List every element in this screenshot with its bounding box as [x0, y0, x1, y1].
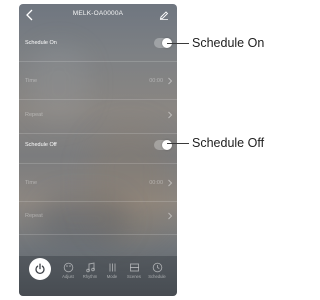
music-note-icon — [85, 262, 95, 273]
tab-label: Scenes — [127, 274, 141, 279]
chevron-right-icon — [168, 212, 173, 220]
bottom-tab-bar: Adjust Rhythm Mode Scenes Schedule — [19, 256, 177, 296]
phone-screen: MELK-OA0000A Schedule On Time 00:00 Repe… — [19, 4, 177, 296]
off-repeat-label: Repeat — [25, 213, 43, 219]
tab-scenes[interactable]: Scenes — [123, 262, 145, 286]
toggle-knob — [162, 140, 172, 150]
on-time-row[interactable]: Time 00:00 — [19, 66, 177, 100]
tab-mode[interactable]: Mode — [101, 262, 123, 286]
callout-schedule-off: Schedule Off — [192, 136, 265, 150]
tab-schedule[interactable]: Schedule — [146, 262, 168, 286]
edit-pencil-icon[interactable] — [159, 9, 169, 20]
callout-line-schedule-off — [167, 143, 189, 144]
header-bar: MELK-OA0000A — [19, 4, 177, 28]
tab-label: Schedule — [148, 274, 166, 279]
on-time-value: 00:00 — [149, 78, 163, 84]
off-time-label: Time — [25, 180, 38, 186]
device-title: MELK-OA0000A — [72, 10, 124, 17]
power-button[interactable] — [29, 258, 51, 280]
schedule-off-toggle[interactable] — [154, 140, 172, 150]
palette-icon — [63, 262, 73, 273]
tab-adjust[interactable]: Adjust — [57, 262, 79, 286]
callout-schedule-on: Schedule On — [192, 36, 265, 50]
scenes-icon — [129, 263, 139, 272]
tab-rhythm[interactable]: Rhythm — [79, 262, 101, 286]
schedule-off-row: Schedule Off — [19, 130, 177, 164]
callout-line-schedule-on — [167, 43, 189, 44]
clock-icon — [152, 262, 162, 273]
off-time-value: 00:00 — [149, 180, 163, 186]
tab-label: Mode — [106, 274, 118, 279]
tab-label: Rhythm — [82, 274, 98, 279]
off-time-row[interactable]: Time 00:00 — [19, 168, 177, 202]
tab-label: Adjust — [62, 274, 74, 279]
schedule-on-row: Schedule On — [19, 28, 177, 62]
on-time-label: Time — [25, 78, 38, 84]
schedule-on-label: Schedule On — [25, 40, 57, 46]
chevron-right-icon — [168, 179, 173, 187]
on-repeat-row[interactable]: Repeat — [19, 100, 177, 134]
chevron-right-icon — [168, 111, 173, 119]
schedule-off-label: Schedule Off — [25, 142, 57, 148]
off-repeat-row[interactable]: Repeat — [19, 201, 177, 235]
power-icon — [35, 263, 45, 275]
chevron-right-icon — [168, 77, 173, 85]
mode-icon — [109, 263, 115, 272]
on-repeat-label: Repeat — [25, 112, 43, 118]
